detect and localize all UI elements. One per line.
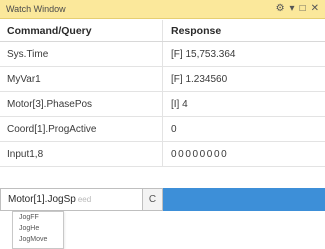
command-column-header[interactable]: Command/Query — [0, 20, 163, 41]
response-cell: [F] 1.234560 — [171, 73, 228, 85]
window-title: Watch Window — [6, 4, 66, 14]
table-row[interactable]: Input1,8 00000000 — [0, 142, 325, 167]
autocomplete-item[interactable]: JogHe — [13, 223, 63, 234]
response-selection-cell[interactable] — [163, 188, 325, 211]
settings-icon[interactable]: ⚙ — [276, 4, 285, 14]
chevron-down-icon[interactable]: ▾ — [290, 4, 295, 14]
response-cell: 00000000 — [171, 148, 229, 160]
table-row[interactable]: Motor[3].PhasePos [I] 4 — [0, 92, 325, 117]
autocomplete-item[interactable]: JogMove — [13, 234, 63, 245]
table-row[interactable]: Sys.Time [F] 15,753.364 — [0, 42, 325, 67]
autocomplete-ghost-text: eed — [77, 195, 92, 204]
command-input-value: Motor[1].JogSp — [8, 194, 76, 205]
command-cell[interactable]: Coord[1].ProgActive — [0, 117, 163, 141]
watch-window-titlebar: Watch Window ⚙ ▾ □ ✕ — [0, 0, 325, 19]
table-row[interactable]: Coord[1].ProgActive 0 — [0, 117, 325, 142]
window-controls: ⚙ ▾ □ ✕ — [276, 4, 319, 14]
command-cell[interactable]: Sys.Time — [0, 42, 163, 66]
autocomplete-dropdown: JogFF JogHe JogMove — [12, 211, 64, 249]
maximize-icon[interactable]: □ — [300, 4, 306, 14]
table-header: Command/Query Response — [0, 20, 325, 42]
response-cell: 0 — [171, 123, 177, 135]
close-icon[interactable]: ✕ — [311, 4, 319, 14]
response-cell: [F] 15,753.364 — [171, 48, 236, 60]
autocomplete-item[interactable]: JogFF — [13, 212, 63, 223]
command-cell[interactable]: Motor[3].PhasePos — [0, 92, 163, 116]
table-row[interactable]: MyVar1 [F] 1.234560 — [0, 67, 325, 92]
command-cell[interactable]: Input1,8 — [0, 142, 163, 166]
watch-table: Command/Query Response Sys.Time [F] 15,7… — [0, 20, 325, 167]
response-column-header[interactable]: Response — [163, 20, 325, 41]
command-edit-row: Motor[1].JogSp eed C — [0, 188, 325, 211]
c-button[interactable]: C — [143, 188, 163, 211]
response-cell: [I] 4 — [171, 98, 188, 110]
command-input[interactable]: Motor[1].JogSp eed — [0, 188, 143, 211]
command-cell[interactable]: MyVar1 — [0, 67, 163, 91]
